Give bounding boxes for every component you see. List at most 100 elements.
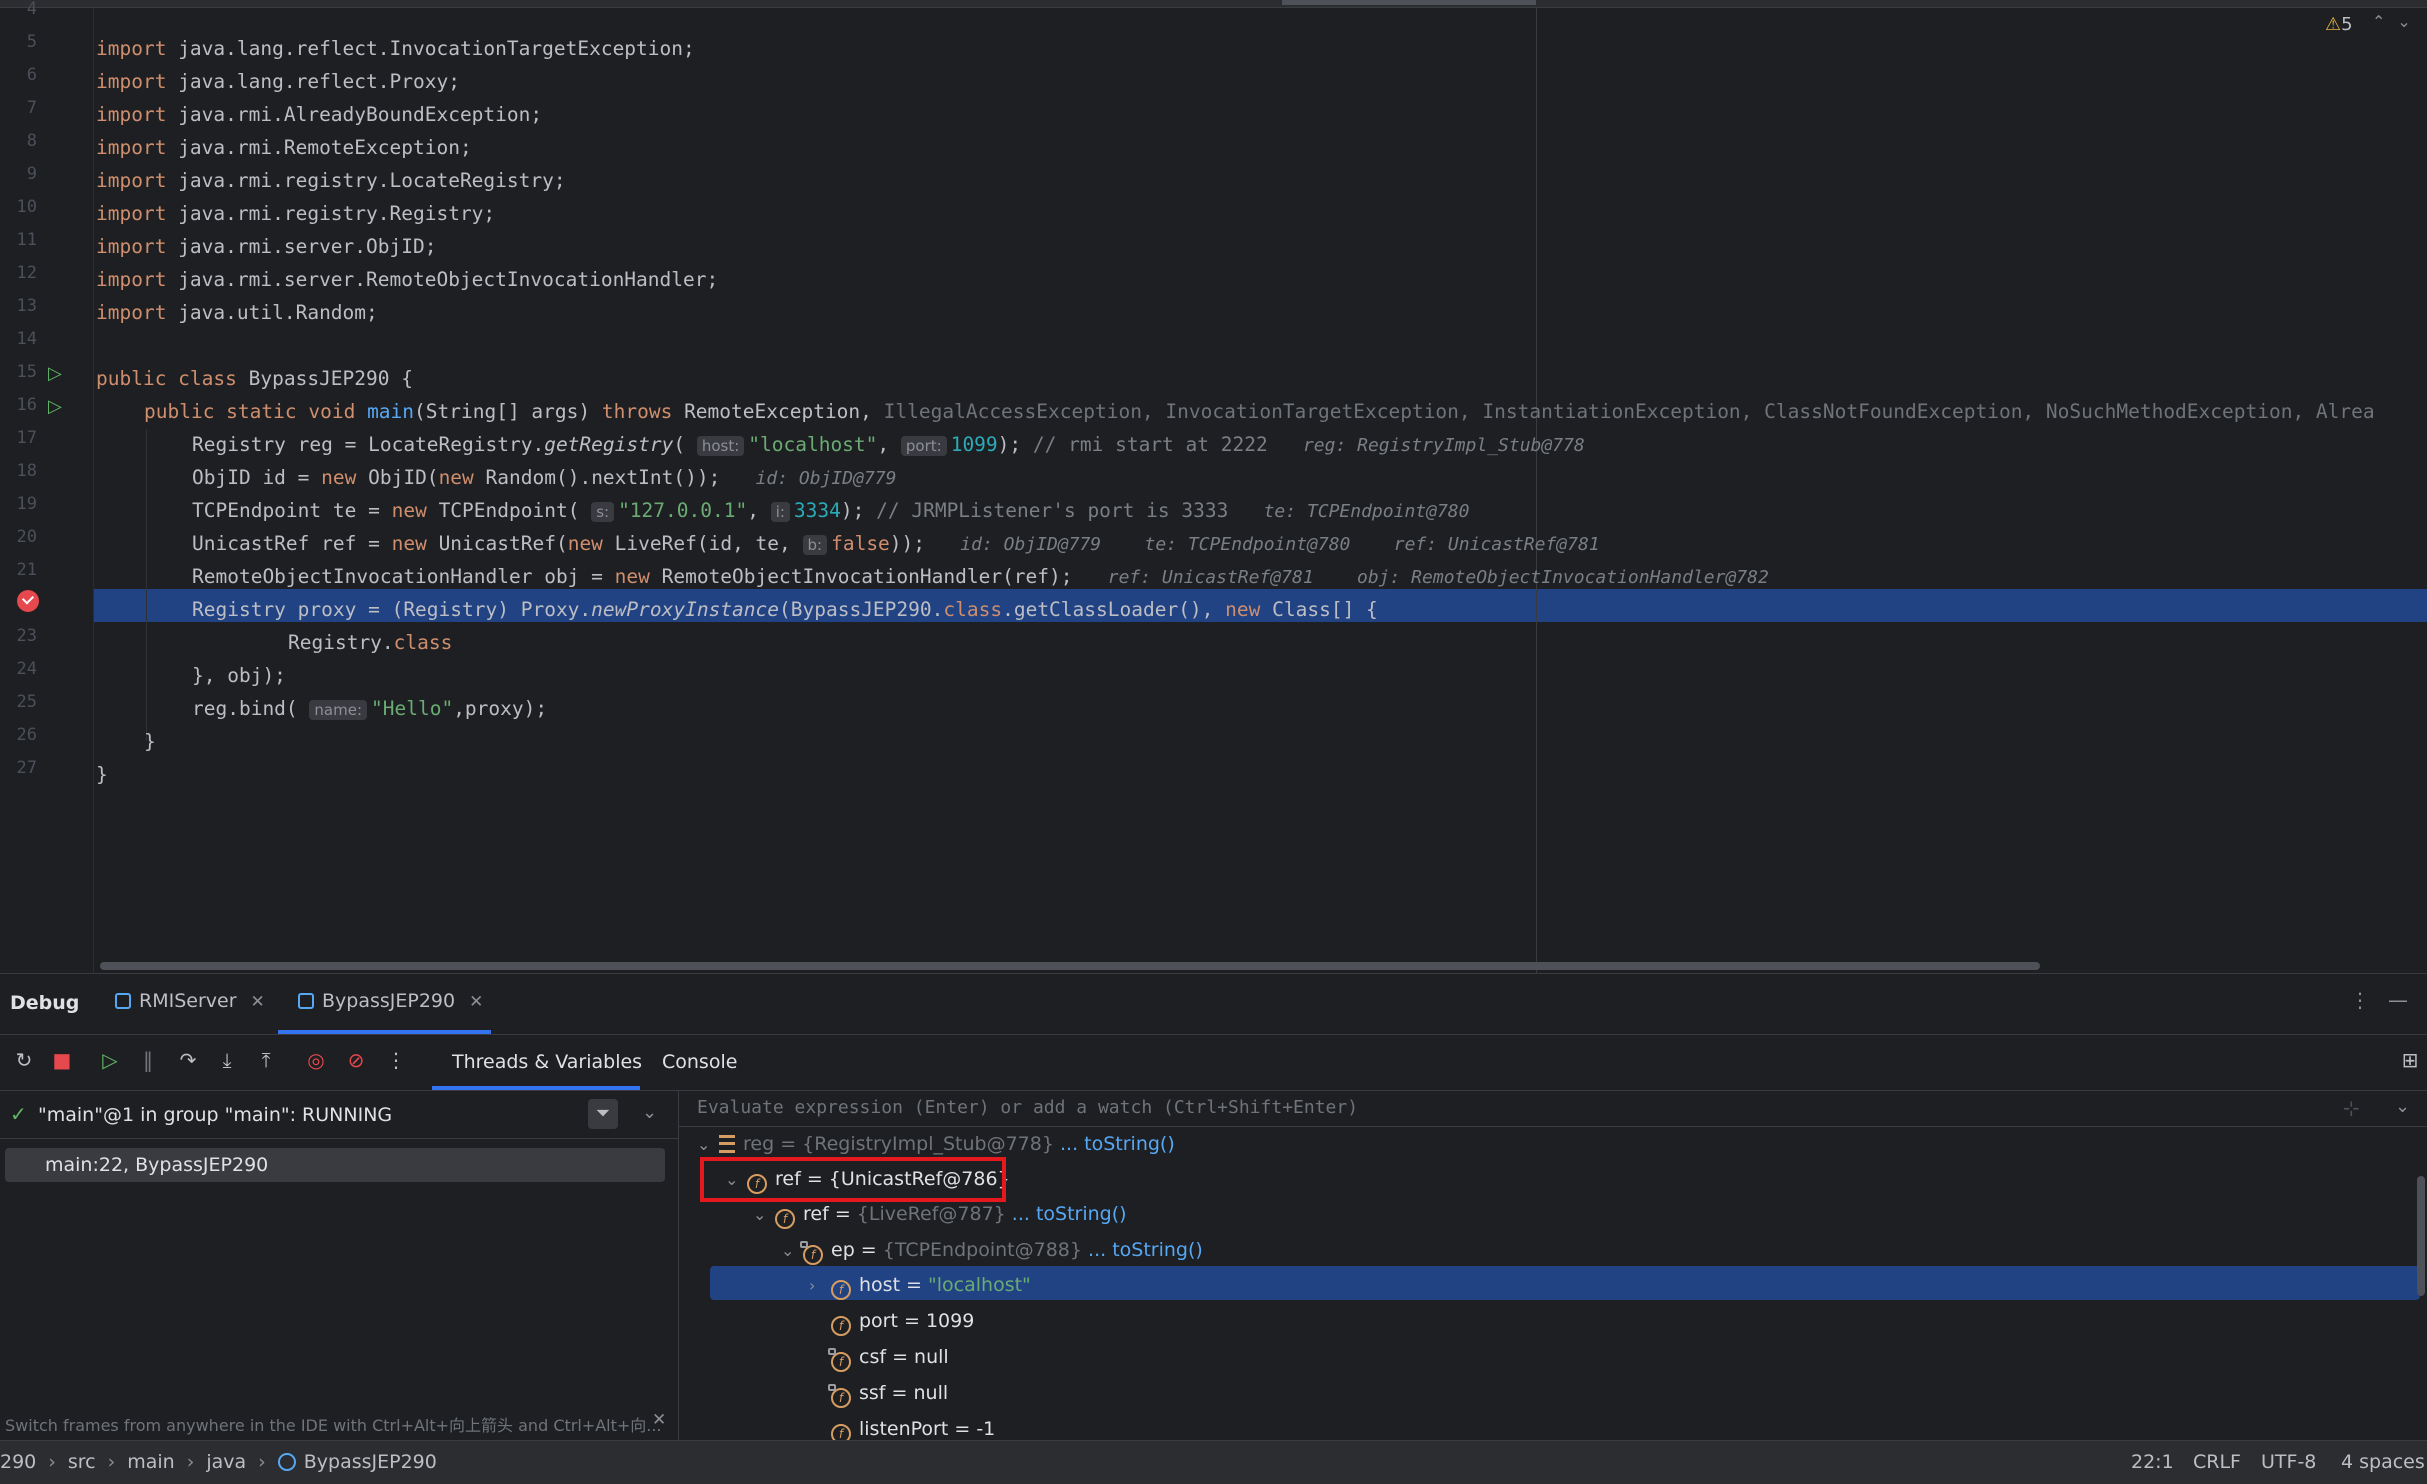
run-class-icon[interactable]: ▷: [48, 365, 66, 383]
variable-row[interactable]: f ssf = null: [828, 1376, 948, 1410]
code-line-current: Registry proxy = (Registry) Proxy.newPro…: [192, 598, 1378, 621]
thread-selector[interactable]: ✓ "main"@1 in group "main": RUNNING ⏷ ⌄: [0, 1090, 678, 1139]
warning-navigation[interactable]: ⌃⌄: [2372, 12, 2423, 31]
step-out-icon[interactable]: ⤒: [254, 1048, 278, 1072]
variables-pane: ⊹ ⌄ ⌄reg = {RegistryImpl_Stub@778} ... t…: [679, 1090, 2427, 1441]
code-line: import java.rmi.registry.Registry;: [96, 202, 496, 225]
inline-debug-value: ref: UnicastRef@781 obj: RemoteObjectInv…: [1107, 567, 1769, 588]
rerun-icon[interactable]: ↻: [12, 1048, 36, 1072]
view-breakpoints-icon[interactable]: ◎: [304, 1048, 328, 1072]
tab-rmiserver[interactable]: RMIServer ✕: [115, 990, 265, 1012]
variable-row[interactable]: f port = 1099: [831, 1304, 974, 1338]
line-number: 12: [16, 263, 37, 283]
horizontal-scrollbar[interactable]: [100, 962, 2040, 970]
check-icon: ✓: [10, 1102, 27, 1126]
minimize-icon[interactable]: —: [2388, 988, 2408, 1012]
chevron-down-icon[interactable]: ⌄: [642, 1102, 657, 1123]
variable-row[interactable]: › f host = "localhost": [809, 1268, 1031, 1302]
local-variable-icon: [719, 1135, 735, 1153]
evaluate-input[interactable]: [695, 1096, 2299, 1119]
code-line: RemoteObjectInvocationHandler obj = new …: [192, 565, 1769, 588]
variable-row[interactable]: ⌄ f ep = {TCPEndpoint@788} ... toString(): [781, 1233, 1203, 1267]
stack-frame[interactable]: main:22, BypassJEP290: [5, 1148, 665, 1182]
chevron-down-icon[interactable]: ⌄: [781, 1234, 803, 1268]
thread-label: "main"@1 in group "main": RUNNING: [38, 1104, 393, 1126]
line-separator[interactable]: CRLF: [2193, 1451, 2241, 1473]
step-over-icon[interactable]: ↷: [176, 1048, 200, 1072]
to-string-link[interactable]: ... toString(): [1060, 1133, 1175, 1155]
stop-icon[interactable]: ■: [50, 1048, 74, 1072]
line-number: 5: [26, 32, 37, 52]
line-number: 17: [16, 428, 37, 448]
line-number: 7: [26, 98, 37, 118]
tab-bypassjep290[interactable]: BypassJEP290 ✕: [298, 990, 483, 1012]
chevron-down-icon[interactable]: ⌄: [2395, 1096, 2410, 1117]
final-field-icon: f: [828, 1348, 851, 1372]
code-line: ObjID id = new ObjID(new Random().nextIn…: [192, 466, 897, 489]
line-number: 18: [16, 461, 37, 481]
variable-row[interactable]: ⌄ reg = {RegistryImpl_Stub@778} ... toStr…: [697, 1127, 1175, 1161]
final-field-icon: f: [800, 1241, 823, 1265]
to-string-link[interactable]: ... toString(): [1012, 1203, 1127, 1225]
code-line: import java.rmi.server.ObjID;: [96, 235, 437, 258]
code-line: import java.rmi.server.RemoteObjectInvoc…: [96, 268, 719, 291]
run-main-icon[interactable]: ▷: [48, 398, 66, 416]
frames-pane: ✓ "main"@1 in group "main": RUNNING ⏷ ⌄ …: [0, 1090, 679, 1441]
line-number: 14: [16, 329, 37, 349]
more-icon[interactable]: ⋮: [384, 1048, 408, 1072]
warnings-indicator[interactable]: ⚠5: [2325, 14, 2353, 35]
editor-tab-strip: [0, 0, 2427, 8]
line-number: 6: [26, 65, 37, 85]
line-number: 15: [16, 362, 37, 382]
variable-row[interactable]: f csf = null: [828, 1340, 949, 1374]
code-line: }: [96, 763, 108, 786]
line-number: 21: [16, 560, 37, 580]
add-watch-icon[interactable]: ⊹: [2343, 1096, 2360, 1120]
chevron-right-icon: ›: [107, 1451, 116, 1473]
more-icon[interactable]: ⋮: [2350, 988, 2370, 1012]
indent-setting[interactable]: 4 spaces: [2341, 1451, 2425, 1473]
breadcrumb[interactable]: 290 › src › main › java › BypassJEP290: [0, 1451, 437, 1473]
close-icon[interactable]: ✕: [251, 992, 265, 1012]
to-string-link[interactable]: ... toString(): [1088, 1239, 1203, 1261]
resume-icon[interactable]: ▷: [98, 1048, 122, 1072]
code-line: TCPEndpoint te = new TCPEndpoint( s: "127…: [192, 499, 1470, 522]
breakpoint-icon[interactable]: [17, 590, 39, 612]
mute-breakpoints-icon[interactable]: ⊘: [344, 1048, 368, 1072]
layout-icon[interactable]: ⊞: [2398, 1048, 2422, 1072]
code-line: import java.lang.reflect.InvocationTarge…: [96, 37, 695, 60]
close-icon[interactable]: ✕: [469, 992, 483, 1012]
tab-threads-variables[interactable]: Threads & Variables: [452, 1051, 642, 1073]
evaluate-bar: ⊹ ⌄: [679, 1090, 2427, 1127]
top-scroll-thumb[interactable]: [1282, 0, 1536, 5]
chevron-right-icon: ›: [48, 1451, 56, 1473]
step-into-icon[interactable]: ⤓: [215, 1048, 239, 1072]
line-number: 19: [16, 494, 37, 514]
line-number: 25: [16, 692, 37, 712]
variable-row[interactable]: f listenPort = -1: [831, 1412, 995, 1441]
filter-icon[interactable]: ⏷: [588, 1099, 618, 1129]
field-icon: f: [831, 1424, 851, 1441]
line-number: 23: [16, 626, 37, 646]
variables-scrollbar[interactable]: [2417, 1176, 2425, 1296]
debug-title: Debug: [10, 992, 80, 1014]
variable-row[interactable]: ⌄ f ref = {LiveRef@787} ... toString(): [753, 1197, 1127, 1231]
code-line: public class BypassJEP290 {: [96, 367, 413, 390]
file-encoding[interactable]: UTF-8: [2261, 1451, 2316, 1473]
code-line: import java.rmi.AlreadyBoundException;: [96, 103, 543, 126]
code-line: import java.rmi.RemoteException;: [96, 136, 472, 159]
debug-toolbar: ↻ ■ ▷ ‖ ↷ ⤓ ⤒ ◎ ⊘ ⋮ Threads & Variables …: [0, 1034, 2427, 1091]
pause-icon[interactable]: ‖: [136, 1048, 160, 1072]
tab-console[interactable]: Console: [662, 1051, 737, 1073]
code-line: UnicastRef ref = new UnicastRef(new Live…: [192, 532, 1600, 555]
code-editor[interactable]: 4 5 6 7 8 9 10 11 12 13 14 15 16 17 18 1…: [0, 0, 2427, 973]
line-gutter[interactable]: 4 5 6 7 8 9 10 11 12 13 14 15 16 17 18 1…: [0, 0, 94, 973]
inline-debug-value: reg: RegistryImpl_Stub@778: [1302, 435, 1585, 456]
caret-position[interactable]: 22:1: [2131, 1451, 2174, 1473]
inline-debug-value: id: ObjID@779 te: TCPEndpoint@780 ref: U…: [960, 534, 1600, 555]
chevron-right-icon[interactable]: ›: [809, 1269, 831, 1303]
close-icon[interactable]: ✕: [652, 1410, 666, 1430]
chevron-down-icon[interactable]: ⌄: [753, 1198, 775, 1232]
code-line: public static void main(String[] args) t…: [144, 400, 2375, 423]
indent-guide: [146, 429, 147, 741]
